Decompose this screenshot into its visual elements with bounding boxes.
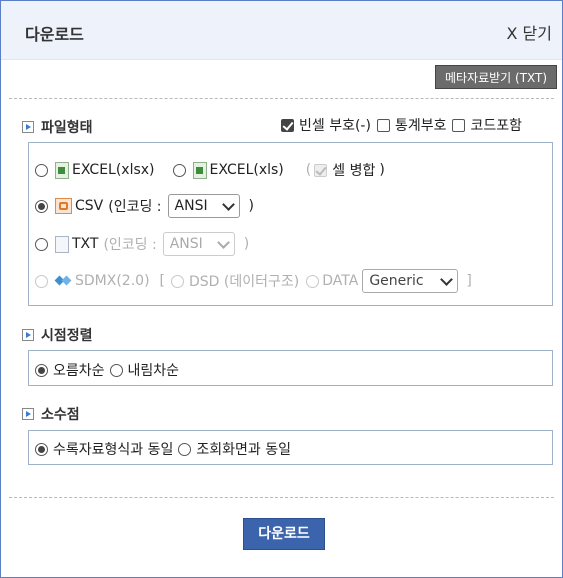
merge-cells-label: 셀 병합 (332, 163, 376, 179)
sort-box: 오름차순 내림차순 (28, 350, 553, 386)
sdmx-label: SDMX(2.0) (75, 273, 150, 289)
sort-desc-label: 내림차순 (127, 363, 180, 379)
decimal-heading: 소수점 (22, 404, 80, 424)
merge-paren-open: ( (305, 162, 312, 178)
txt-file-icon (55, 235, 69, 253)
csv-encoding-label: (인코딩 : (108, 199, 162, 215)
dsd-radio[interactable] (171, 274, 184, 288)
decimal-view-label: 조회화면과 동일 (196, 442, 291, 458)
decimal-options: 수록자료형식과 동일 조회화면과 동일 (35, 439, 291, 459)
chevron-down-icon (221, 197, 235, 211)
divider-top (9, 98, 554, 99)
sdmx-bracket-open: [ (159, 273, 165, 289)
blank-symbol-label: 빈셀 부호(-) (299, 118, 371, 134)
decimal-source-label: 수록자료형식과 동일 (53, 442, 174, 458)
data-label: DATA (322, 273, 359, 289)
excel-row: EXCEL(xlsx) EXCEL(xls) ( 셀 병합 ) (35, 160, 385, 180)
download-button[interactable]: 다운로드 (243, 518, 325, 550)
sdmx-icon (55, 275, 73, 287)
txt-label: TXT (72, 236, 99, 252)
sort-desc-radio[interactable] (109, 363, 123, 377)
excel-xls-radio[interactable] (172, 163, 186, 177)
excel-icon (55, 161, 69, 179)
sdmx-bracket-close: ] (466, 273, 472, 289)
file-type-heading-label: 파일형태 (41, 120, 93, 136)
txt-encoding-close: ) (243, 236, 250, 252)
stat-symbol-label: 통계부호 (394, 118, 447, 134)
txt-encoding-label: (인코딩 : (103, 237, 157, 253)
merge-cells-checkbox[interactable] (314, 163, 328, 177)
txt-encoding-select[interactable]: ANSI (162, 232, 235, 256)
excel-xls-label: EXCEL(xls) (209, 162, 284, 178)
metadata-download-button[interactable]: 메타자료받기 (TXT) (435, 65, 557, 89)
close-button[interactable]: X 닫기 (507, 20, 553, 44)
data-format-select[interactable]: Generic (362, 269, 459, 293)
section-arrow-icon (22, 329, 34, 341)
sort-heading-label: 시점정렬 (41, 328, 93, 344)
decimal-view-radio[interactable] (178, 442, 192, 456)
file-options: 빈셀 부호(-) 통계부호 코드포함 (281, 115, 522, 135)
csv-encoding-select[interactable]: ANSI (167, 194, 240, 218)
csv-encoding-close: ) (248, 198, 254, 214)
file-type-box: EXCEL(xlsx) EXCEL(xls) ( 셀 병합 ) CSV (인코딩… (28, 142, 553, 306)
file-type-heading: 파일형태 (22, 117, 93, 137)
dsd-label: DSD (데이터구조) (189, 274, 300, 290)
excel-xlsx-radio[interactable] (35, 163, 48, 177)
decimal-source-radio[interactable] (35, 442, 48, 456)
section-arrow-icon (22, 121, 34, 133)
txt-row: TXT (인코딩 : ANSI ) (35, 232, 249, 256)
excel-icon (192, 161, 207, 179)
csv-icon (55, 198, 72, 214)
stat-symbol-checkbox[interactable] (376, 118, 390, 132)
decimal-heading-label: 소수점 (41, 407, 80, 423)
download-dialog: 다운로드 X 닫기 메타자료받기 (TXT) 파일형태 빈셀 부호(-) 통계부… (0, 0, 563, 578)
sort-options: 오름차순 내림차순 (35, 360, 179, 380)
dialog-titlebar: 다운로드 X 닫기 (1, 1, 562, 60)
data-format-value: Generic (369, 273, 424, 289)
csv-label: CSV (75, 198, 104, 214)
sort-heading: 시점정렬 (22, 325, 93, 345)
chevron-down-icon (216, 235, 230, 249)
csv-encoding-value: ANSI (174, 198, 208, 214)
excel-xlsx-label: EXCEL(xlsx) (72, 162, 155, 178)
chevron-down-icon (440, 272, 454, 286)
merge-paren-close: ) (379, 162, 385, 178)
sort-asc-radio[interactable] (35, 363, 48, 377)
csv-radio[interactable] (35, 199, 48, 213)
include-code-checkbox[interactable] (452, 118, 466, 132)
data-radio[interactable] (306, 274, 320, 288)
txt-encoding-value: ANSI (169, 236, 203, 252)
divider-bottom (9, 497, 554, 498)
decimal-box: 수록자료형식과 동일 조회화면과 동일 (28, 430, 553, 465)
csv-row: CSV (인코딩 : ANSI ) (35, 194, 254, 218)
blank-symbol-checkbox[interactable] (281, 118, 294, 132)
txt-radio[interactable] (35, 237, 48, 251)
include-code-label: 코드포함 (470, 118, 523, 134)
dialog-title: 다운로드 (25, 25, 84, 44)
section-arrow-icon (22, 408, 34, 420)
sdmx-row: SDMX(2.0) [ DSD (데이터구조) DATA Generic ] (35, 269, 472, 293)
sdmx-radio[interactable] (35, 274, 48, 288)
sort-asc-label: 오름차순 (53, 363, 105, 379)
